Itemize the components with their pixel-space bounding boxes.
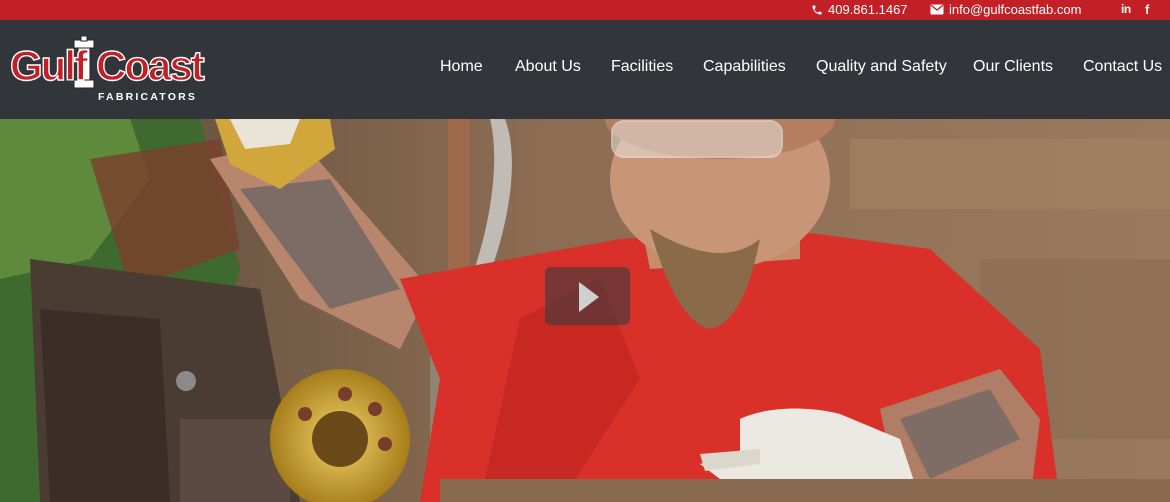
nav-item-about-us[interactable]: About Us: [515, 58, 581, 76]
nav-item-our-clients[interactable]: Our Clients: [973, 58, 1053, 76]
facebook-icon: f: [1145, 2, 1150, 17]
hero-video[interactable]: [0, 119, 1170, 502]
main-navigation: Home About Us Facilities Capabilities Qu…: [0, 58, 1170, 78]
phone-link[interactable]: 409.861.1467: [811, 2, 908, 17]
email-address: info@gulfcoastfab.com: [949, 2, 1082, 17]
linkedin-link[interactable]: in: [1121, 2, 1131, 16]
phone-number: 409.861.1467: [828, 2, 908, 17]
nav-item-facilities[interactable]: Facilities: [611, 58, 673, 76]
nav-item-home[interactable]: Home: [440, 58, 483, 76]
play-button[interactable]: [545, 267, 630, 325]
linkedin-icon: in: [1121, 2, 1131, 16]
phone-icon: [811, 4, 823, 16]
envelope-icon: [930, 4, 944, 15]
nav-item-capabilities[interactable]: Capabilities: [703, 58, 786, 76]
site-header: Gulf Coast FABRICATORS Home About Us Fac…: [0, 20, 1170, 119]
email-link[interactable]: info@gulfcoastfab.com: [930, 2, 1081, 17]
nav-item-contact-us[interactable]: Contact Us: [1083, 58, 1162, 76]
nav-item-quality-and-safety[interactable]: Quality and Safety: [816, 58, 947, 76]
top-contact-bar: 409.861.1467 info@gulfcoastfab.com in f: [0, 0, 1170, 20]
logo-tagline: FABRICATORS: [98, 91, 197, 102]
play-icon: [579, 282, 599, 312]
facebook-link[interactable]: f: [1145, 2, 1149, 17]
